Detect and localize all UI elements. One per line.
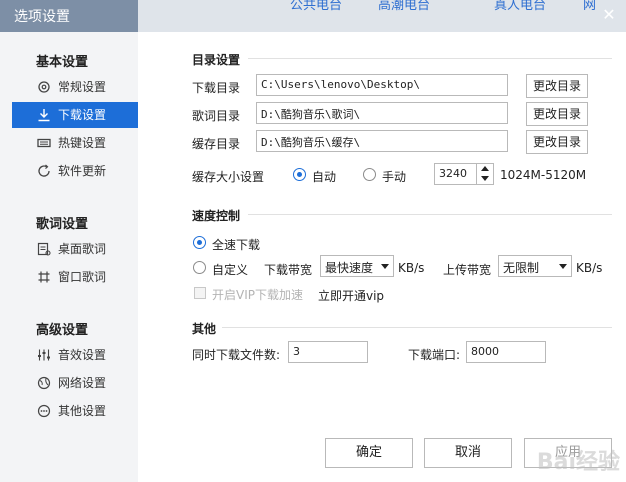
sidebar-item-other[interactable]: 其他设置 [12, 398, 139, 424]
cache-manual-radio[interactable] [363, 168, 376, 181]
background-tab-live-radio: 真人电台 [494, 0, 547, 13]
custom-speed-radio[interactable] [193, 261, 206, 274]
desktop-lyrics-icon [37, 242, 51, 256]
sidebar-group-basic: 基本设置 [36, 55, 89, 70]
globe-icon [37, 376, 51, 390]
open-vip-link[interactable]: 立即开通vip [318, 287, 384, 304]
cache-dir-input[interactable]: D:\酷狗音乐\缓存\ [256, 130, 508, 152]
window-title: 选项设置 [14, 9, 70, 25]
change-cache-dir-button[interactable]: 更改目录 [526, 130, 588, 154]
sidebar-item-label: 下载设置 [58, 108, 107, 122]
sidebar-item-label: 常规设置 [58, 80, 107, 94]
change-download-dir-button[interactable]: 更改目录 [526, 74, 588, 98]
sidebar-item-download[interactable]: 下载设置 [12, 102, 139, 128]
section-divider [248, 214, 612, 215]
sidebar-item-label: 窗口歌词 [58, 270, 107, 284]
upload-bandwidth-label: 上传带宽 [443, 263, 492, 277]
cache-auto-radio[interactable] [293, 168, 306, 181]
section-divider [248, 58, 612, 59]
section-divider [222, 327, 612, 328]
sidebar-item-window-lyrics[interactable]: 窗口歌词 [12, 264, 139, 290]
upload-bandwidth-unit: KB/s [576, 261, 603, 275]
sidebar-item-label: 桌面歌词 [58, 242, 107, 256]
download-bandwidth-label: 下载带宽 [264, 263, 313, 277]
vip-accel-label: 开启VIP下载加速 [212, 288, 303, 302]
equalizer-icon [38, 349, 50, 361]
sidebar-item-general[interactable]: 常规设置 [12, 74, 139, 100]
cache-auto-label: 自动 [312, 170, 337, 184]
background-tab-climax-radio: 高潮电台 [378, 0, 431, 13]
spin-down-icon[interactable] [481, 176, 489, 181]
download-port-label: 下载端口: [408, 348, 461, 362]
lyrics-dir-input[interactable]: D:\酷狗音乐\歌词\ [256, 102, 508, 124]
cache-dir-label: 缓存目录 [192, 137, 241, 151]
background-tab-net: 网 [583, 0, 597, 13]
download-dir-label: 下载目录 [192, 81, 241, 95]
full-speed-label: 全速下载 [212, 238, 261, 252]
download-port-input[interactable]: 8000 [466, 341, 546, 363]
cache-size-label: 缓存大小设置 [192, 170, 265, 184]
download-icon [38, 109, 50, 122]
download-bandwidth-select[interactable]: 最快速度 [320, 255, 394, 277]
lyrics-dir-label: 歌词目录 [192, 109, 241, 123]
close-icon[interactable]: ✕ [598, 4, 620, 26]
other-section-title: 其他 [192, 322, 217, 336]
custom-speed-label: 自定义 [212, 263, 249, 277]
download-bandwidth-unit: KB/s [398, 261, 425, 275]
chevron-down-icon [559, 264, 567, 269]
keyboard-icon [37, 138, 51, 148]
sidebar-item-label: 其他设置 [58, 404, 107, 418]
refresh-icon [38, 164, 50, 177]
download-bandwidth-value: 最快速度 [325, 261, 374, 275]
sidebar-item-desktop-lyrics[interactable]: 桌面歌词 [12, 236, 139, 262]
settings-panel: 目录设置 下载目录 C:\Users\lenovo\Desktop\ 更改目录 … [138, 32, 626, 482]
ok-button[interactable]: 确定 [325, 438, 413, 468]
concurrent-downloads-input[interactable]: 3 [288, 341, 368, 363]
watermark: Bai经验 [536, 450, 620, 475]
spin-up-icon[interactable] [481, 166, 489, 171]
upload-bandwidth-select[interactable]: 无限制 [498, 255, 572, 277]
sidebar-item-label: 音效设置 [58, 348, 107, 362]
gear-icon [38, 81, 50, 93]
chevron-down-icon [381, 264, 389, 269]
background-tab-public-radio: 公共电台 [290, 0, 343, 13]
sidebar-group-advanced: 高级设置 [36, 323, 89, 338]
sidebar-group-lyrics: 歌词设置 [36, 217, 89, 232]
vip-accel-checkbox[interactable] [194, 287, 206, 299]
cache-size-range: 1024M-5120M [500, 168, 587, 182]
sidebar-item-hotkeys[interactable]: 热键设置 [12, 130, 139, 156]
change-lyrics-dir-button[interactable]: 更改目录 [526, 102, 588, 126]
concurrent-downloads-label: 同时下载文件数: [192, 348, 281, 362]
sidebar-item-update[interactable]: 软件更新 [12, 158, 139, 184]
cache-size-spinner[interactable] [476, 164, 493, 184]
title-bar: 公共电台 高潮电台 真人电台 网 选项设置 ✕ [0, 0, 626, 32]
sidebar-item-audio-effects[interactable]: 音效设置 [12, 342, 139, 368]
full-speed-radio[interactable] [193, 236, 206, 249]
upload-bandwidth-value: 无限制 [503, 261, 540, 275]
cancel-button[interactable]: 取消 [424, 438, 512, 468]
sidebar-item-label: 热键设置 [58, 136, 107, 150]
directory-section-title: 目录设置 [192, 53, 241, 67]
speed-section-title: 速度控制 [192, 209, 241, 223]
sidebar: 基本设置 常规设置 下载设置 热键设置 软件更新 歌词设置 桌面歌词 窗口歌词 … [0, 32, 139, 482]
window-lyrics-icon [38, 271, 50, 283]
sidebar-item-network[interactable]: 网络设置 [12, 370, 139, 396]
more-icon [37, 404, 51, 418]
sidebar-item-label: 软件更新 [58, 164, 107, 178]
sidebar-item-label: 网络设置 [58, 376, 107, 390]
download-dir-input[interactable]: C:\Users\lenovo\Desktop\ [256, 74, 508, 96]
cache-manual-label: 手动 [382, 170, 407, 184]
